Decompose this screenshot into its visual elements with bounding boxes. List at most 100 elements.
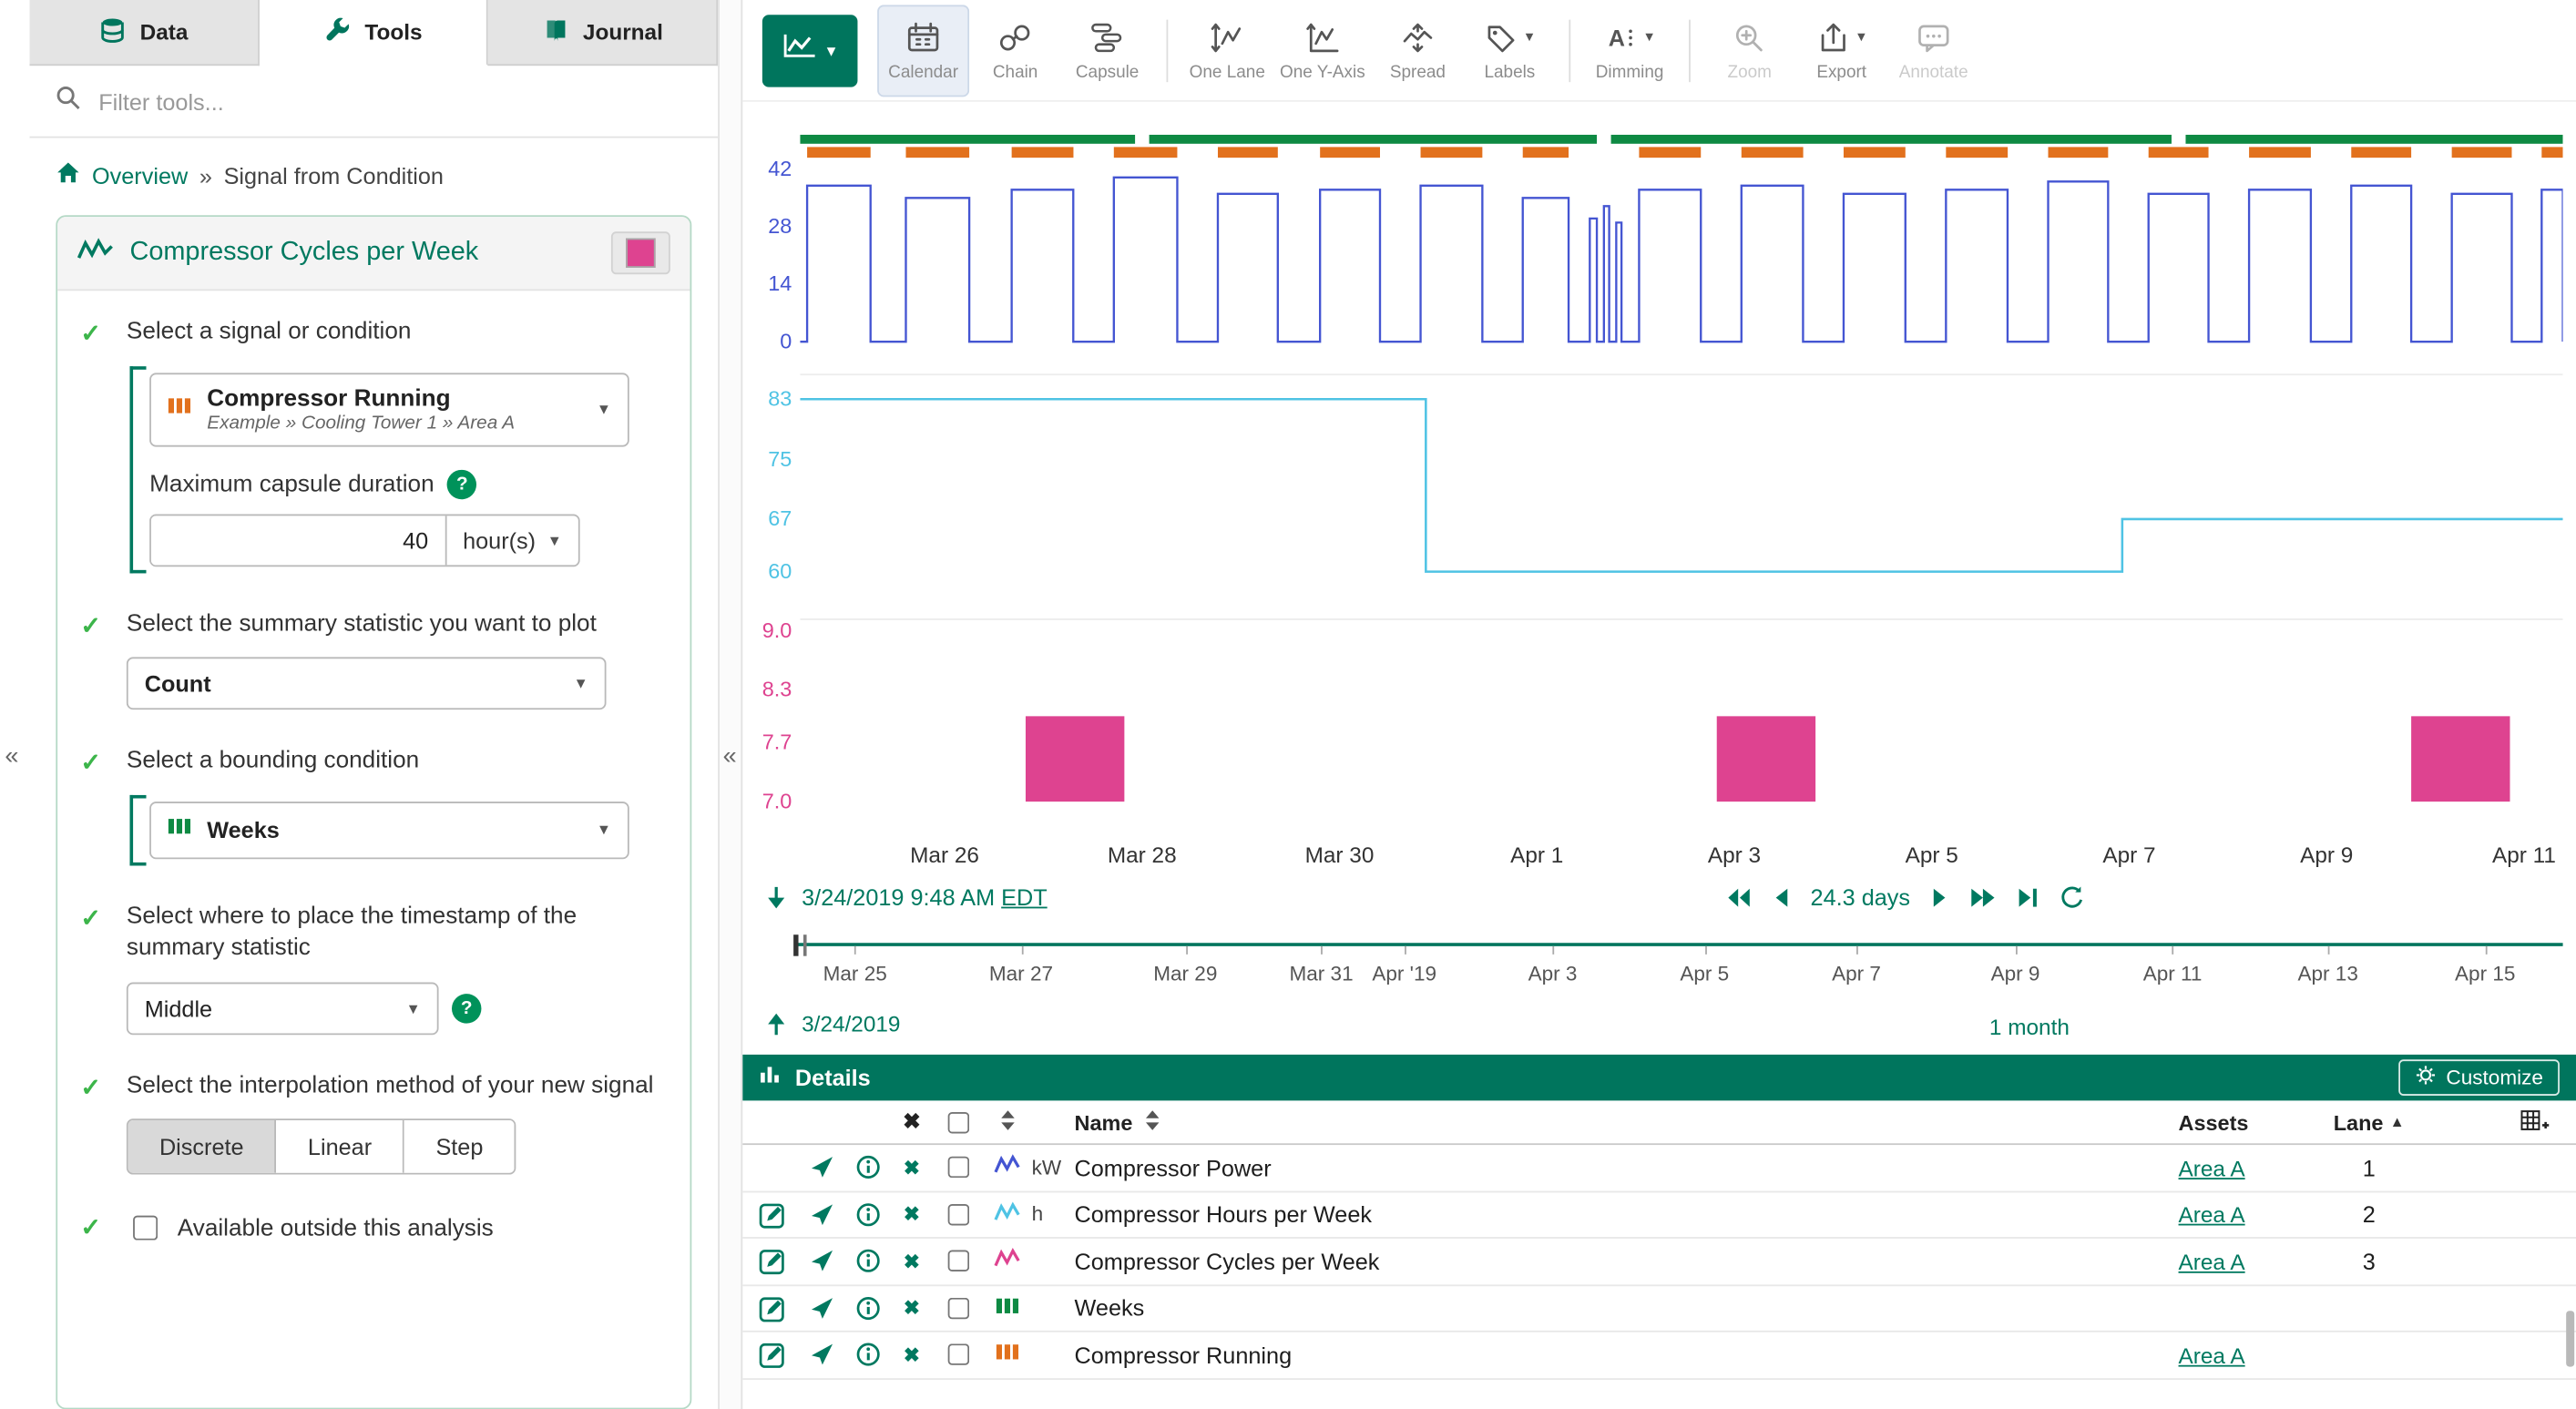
toolbar-button-capsule[interactable]: Capsule	[1061, 5, 1153, 97]
row-checkbox[interactable]	[948, 1204, 969, 1225]
column-name-label[interactable]: Name	[1075, 1109, 1133, 1134]
interp-step-button[interactable]: Step	[404, 1121, 515, 1174]
toolbar-button-annotate[interactable]: Annotate	[1887, 5, 1979, 97]
item-lane: 3	[2326, 1248, 2412, 1274]
customize-button[interactable]: Customize	[2398, 1059, 2560, 1096]
sort-icon[interactable]	[999, 1109, 1014, 1134]
toolbar-button-dimming[interactable]: A▼ Dimming	[1584, 5, 1676, 97]
toolbar-button-one-y-axis[interactable]: One Y-Axis	[1273, 5, 1372, 97]
color-swatch[interactable]	[626, 239, 655, 268]
range-start-text[interactable]: 3/24/2019 9:48 AM EDT	[802, 883, 1048, 910]
toolbar-button-labels[interactable]: ▼ Labels	[1464, 5, 1556, 97]
info-icon[interactable]	[856, 1343, 881, 1367]
max-duration-input[interactable]	[151, 516, 445, 565]
filter-tools-input[interactable]	[96, 87, 692, 116]
column-assets-label[interactable]: Assets	[2179, 1109, 2249, 1134]
refresh-icon[interactable]	[2060, 884, 2084, 909]
bounding-select[interactable]: Weeks ▼	[149, 801, 629, 859]
row-checkbox[interactable]	[948, 1297, 969, 1318]
up-arrow-icon[interactable]	[765, 1012, 786, 1036]
sort-icon[interactable]	[1146, 1109, 1160, 1134]
timeline-scrubber[interactable]: Mar 25Mar 27Mar 29Mar 31Apr '19Apr 3Apr …	[797, 930, 2563, 1006]
range-duration[interactable]: 24.3 days	[1811, 883, 1911, 910]
step-to-end-icon[interactable]	[2017, 886, 2038, 907]
tab-journal[interactable]: Journal	[488, 0, 718, 66]
panel-splitter[interactable]: «	[718, 0, 742, 1409]
asset-link[interactable]: Area A	[2179, 1203, 2245, 1228]
tab-tools[interactable]: Tools	[259, 0, 488, 66]
y-axis-tick: 0	[742, 329, 792, 353]
info-icon[interactable]	[856, 1296, 881, 1321]
x-axis-tick: Apr 9	[2300, 842, 2353, 867]
info-icon[interactable]	[856, 1155, 881, 1179]
statistic-select[interactable]: Count ▼	[127, 658, 607, 710]
remove-all-icon[interactable]: ✖	[903, 1108, 921, 1135]
row-checkbox[interactable]	[948, 1251, 969, 1271]
remove-icon[interactable]: ✖	[904, 1203, 920, 1226]
edit-icon[interactable]	[759, 1200, 787, 1229]
edit-icon[interactable]	[759, 1294, 787, 1322]
remove-icon[interactable]: ✖	[904, 1156, 920, 1179]
x-axis-tick: Apr 5	[1906, 842, 1958, 867]
left-collapse-strip: «	[0, 0, 29, 1409]
range-navigation: 24.3 days	[1725, 883, 2084, 910]
pin-icon[interactable]	[810, 1343, 834, 1367]
edit-icon[interactable]	[759, 1341, 787, 1369]
svg-text:A: A	[1609, 26, 1625, 51]
asset-link[interactable]: Area A	[2179, 1343, 2245, 1368]
interp-discrete-button[interactable]: Discrete	[128, 1121, 277, 1174]
toolbar-button-chain[interactable]: Chain	[969, 5, 1061, 97]
interp-linear-button[interactable]: Linear	[277, 1121, 405, 1174]
timezone-link[interactable]: EDT	[1001, 883, 1047, 910]
row-checkbox[interactable]	[948, 1157, 969, 1178]
scrollbar-thumb[interactable]	[2566, 1311, 2574, 1366]
select-all-checkbox[interactable]	[948, 1111, 969, 1132]
chart-region: 4228140837567609.08.37.77.0Mar 26Mar 28M…	[742, 102, 2576, 874]
condition-select[interactable]: Compressor Running Example » Cooling Tow…	[149, 373, 629, 446]
help-icon[interactable]: ?	[447, 469, 476, 498]
add-column-icon[interactable]	[2520, 1108, 2550, 1137]
step-back-icon[interactable]	[1773, 886, 1789, 907]
remove-icon[interactable]: ✖	[904, 1250, 920, 1272]
info-icon[interactable]	[856, 1202, 881, 1227]
capsule-icon	[1089, 19, 1126, 56]
timeline-track[interactable]	[797, 943, 2563, 946]
pin-icon[interactable]	[810, 1155, 834, 1179]
view-selector-button[interactable]: ▼	[762, 14, 858, 86]
available-outside-checkbox[interactable]	[133, 1216, 158, 1241]
toolbar-button-spread[interactable]: Spread	[1372, 5, 1464, 97]
down-arrow-icon[interactable]	[765, 884, 786, 909]
timestamp-select[interactable]: Middle ▼	[127, 982, 439, 1035]
edit-icon[interactable]	[759, 1247, 787, 1275]
plot-canvas[interactable]	[800, 135, 2562, 824]
remove-icon[interactable]: ✖	[904, 1343, 920, 1366]
asset-link[interactable]: Area A	[2179, 1156, 2245, 1180]
step-forward-icon[interactable]	[1931, 886, 1947, 907]
step-forward-fast-icon[interactable]	[1969, 886, 1996, 907]
filter-tools-row	[29, 66, 718, 138]
breadcrumb-overview-link[interactable]: Overview	[92, 162, 188, 189]
collapse-left-panel-icon[interactable]: «	[5, 742, 18, 771]
toolbar-button-one-lane[interactable]: One Lane	[1181, 5, 1273, 97]
pin-icon[interactable]	[810, 1249, 834, 1273]
collapse-sidebar-icon[interactable]: «	[723, 742, 737, 771]
info-icon[interactable]	[856, 1249, 881, 1273]
column-lane-label[interactable]: Lane	[2334, 1109, 2384, 1134]
tool-panel: Compressor Cycles per Week ✓ Select a si…	[56, 215, 691, 1409]
toolbar-button-zoom[interactable]: Zoom	[1703, 5, 1795, 97]
details-panel: Details Customize ✖ Name Assets	[742, 1055, 2576, 1409]
toolbar-button-export[interactable]: ▼ Export	[1795, 5, 1887, 97]
asset-link[interactable]: Area A	[2179, 1250, 2245, 1274]
tab-data[interactable]: Data	[29, 0, 259, 66]
pin-icon[interactable]	[810, 1202, 834, 1227]
toolbar-separator	[1569, 19, 1570, 82]
duration-unit-select[interactable]: hour(s) ▼	[445, 516, 578, 565]
timeline-left-handle[interactable]	[793, 934, 806, 955]
pin-icon[interactable]	[810, 1296, 834, 1321]
help-icon[interactable]: ?	[452, 994, 481, 1023]
item-name: Compressor Cycles per Week	[1075, 1248, 1380, 1274]
remove-icon[interactable]: ✖	[904, 1296, 920, 1319]
row-checkbox[interactable]	[948, 1344, 969, 1365]
toolbar-button-calendar[interactable]: Calendar	[877, 5, 969, 97]
step-back-fast-icon[interactable]	[1725, 886, 1752, 907]
